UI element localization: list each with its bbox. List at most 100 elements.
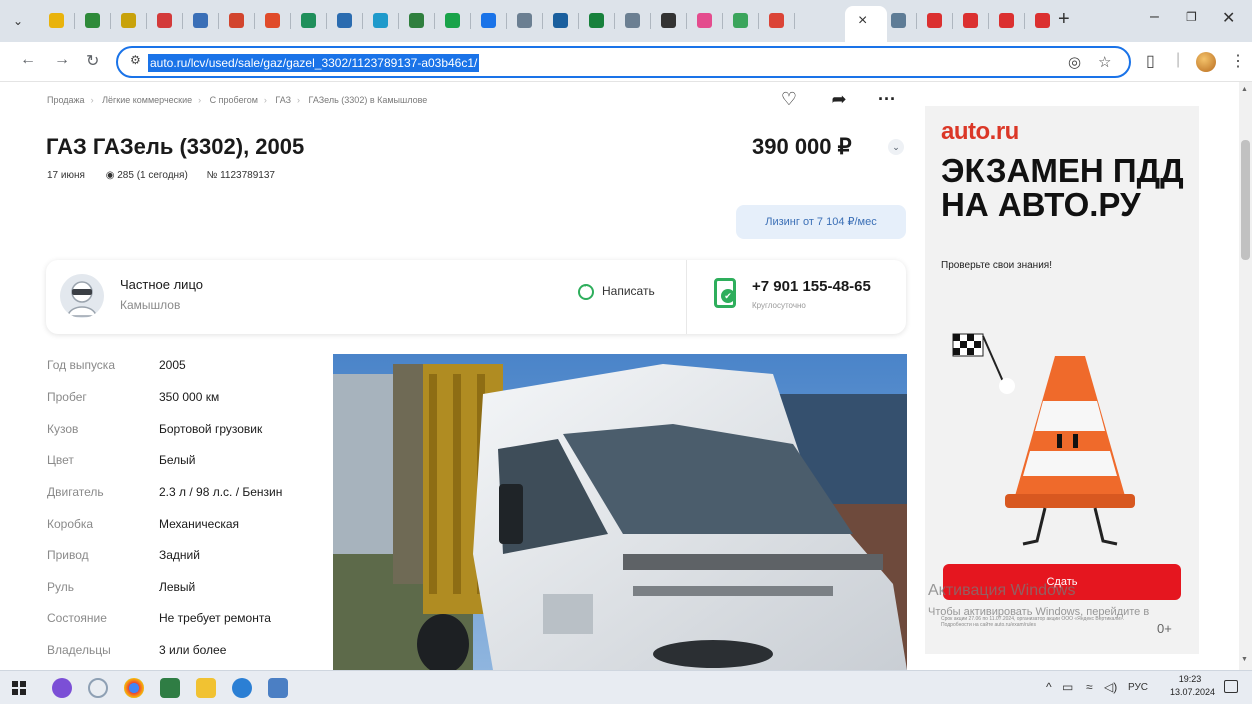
spec-label: Владельцы	[47, 643, 111, 657]
browser-tab[interactable]	[924, 10, 944, 30]
breadcrumb-item[interactable]: ГАЗ	[275, 95, 291, 105]
close-window-icon[interactable]: ✕	[1222, 8, 1235, 28]
back-icon[interactable]: ←	[20, 51, 36, 69]
browser-tab[interactable]	[730, 10, 750, 30]
profile-avatar[interactable]	[1196, 52, 1216, 72]
browser-tab[interactable]	[1032, 10, 1052, 30]
more-options-icon[interactable]: ···	[868, 84, 906, 114]
browser-tab[interactable]	[586, 10, 606, 30]
tab-favicon-icon	[192, 12, 208, 28]
network-icon[interactable]: ▭	[1062, 680, 1073, 694]
file-explorer-icon[interactable]	[196, 678, 216, 698]
tab-favicon-icon	[660, 12, 676, 28]
browser-tab[interactable]	[370, 10, 390, 30]
spec-row: Привод Задний	[47, 548, 337, 568]
share-icon[interactable]: ➦	[820, 84, 858, 114]
browser-tab[interactable]	[478, 10, 498, 30]
browser-tab[interactable]	[118, 10, 138, 30]
breadcrumb-item[interactable]: ГАЗель (3302) в Камышлове	[309, 95, 428, 105]
browser-tab[interactable]	[694, 10, 714, 30]
page-scrollbar[interactable]: ▲ ▼	[1239, 82, 1252, 670]
notifications-icon[interactable]	[1224, 680, 1238, 693]
ad-banner[interactable]: auto.ru ЭКЗАМЕН ПДД НА АВТО.РУ Проверьте…	[925, 106, 1199, 654]
browser-tab[interactable]	[46, 10, 66, 30]
write-message-button[interactable]: Написать	[578, 281, 655, 308]
seller-phone[interactable]: +7 901 155-48-65	[752, 278, 871, 295]
reload-icon[interactable]: ↻	[86, 51, 99, 71]
browser-tab[interactable]	[550, 10, 570, 30]
url-text[interactable]: auto.ru/lcv/used/sale/gaz/gazel_3302/112…	[148, 54, 480, 72]
browser-tab[interactable]	[334, 10, 354, 30]
browser-menu-icon[interactable]: ⋮	[1230, 51, 1246, 71]
start-windows-icon[interactable]	[12, 681, 26, 695]
breadcrumb-item[interactable]: С пробегом	[210, 95, 258, 105]
tab-search-chevron-icon[interactable]: ⌄	[8, 11, 28, 31]
app-icon[interactable]	[88, 678, 108, 698]
seller-avatar	[60, 274, 104, 318]
browser-tab[interactable]	[406, 10, 426, 30]
browser-tab[interactable]	[226, 10, 246, 30]
wifi-icon[interactable]: ≈	[1086, 680, 1093, 694]
browser-tab[interactable]	[82, 10, 102, 30]
spec-value: Задний	[159, 548, 200, 562]
browser-tab[interactable]	[442, 10, 462, 30]
browser-tab[interactable]	[766, 10, 786, 30]
web-page: Продажа › Лёгкие коммерческие › С пробегом…	[0, 82, 1252, 670]
spec-label: Цвет	[47, 453, 74, 467]
browser-toolbar: ← → ↻ ⚙ auto.ru/lcv/used/sale/gaz/gazel_…	[0, 42, 1252, 82]
forward-icon[interactable]: →	[54, 51, 70, 69]
minimize-icon[interactable]: –	[1150, 8, 1159, 26]
favorite-heart-icon[interactable]: ♡	[770, 84, 808, 114]
new-tab-button[interactable]: +	[1058, 8, 1070, 31]
tab-separator	[650, 13, 651, 29]
address-bar[interactable]: ⚙ auto.ru/lcv/used/sale/gaz/gazel_3302/1…	[116, 46, 1131, 78]
tab-separator	[362, 13, 363, 29]
scroll-down-icon[interactable]: ▼	[1241, 656, 1248, 663]
excel-app-icon[interactable]	[160, 678, 180, 698]
viber-app-icon[interactable]	[52, 678, 72, 698]
browser-tab[interactable]	[262, 10, 282, 30]
bookmark-star-icon[interactable]: ☆	[1098, 53, 1111, 71]
tab-favicon-icon	[890, 12, 906, 28]
spec-value: 3 или более	[159, 643, 227, 657]
browser-tab[interactable]	[996, 10, 1016, 30]
browser-tab[interactable]	[622, 10, 642, 30]
active-tab[interactable]: ×	[845, 6, 887, 42]
browser-tab[interactable]	[154, 10, 174, 30]
taskbar-clock[interactable]: 19:23 13.07.2024	[1170, 673, 1215, 699]
browser-tab[interactable]	[514, 10, 534, 30]
telegram-app-icon[interactable]	[232, 678, 252, 698]
site-info-icon[interactable]: ⚙	[130, 53, 141, 67]
verified-phone-icon	[714, 278, 736, 308]
leasing-button[interactable]: Лизинг от 7 104 ₽/мес	[736, 205, 906, 239]
browser-tab[interactable]	[658, 10, 678, 30]
tab-favicon-icon	[962, 12, 978, 28]
volume-icon[interactable]: ◁)	[1104, 680, 1117, 694]
listing-price[interactable]: 390 000 ₽	[752, 134, 852, 160]
eye-off-icon[interactable]: ◎	[1068, 53, 1081, 71]
browser-tab[interactable]	[960, 10, 980, 30]
tray-chevron-icon[interactable]: ^	[1046, 680, 1052, 694]
windows-taskbar: ^ ▭ ≈ ◁) РУС 19:23 13.07.2024	[0, 670, 1252, 704]
browser-tab[interactable]	[888, 10, 908, 30]
spec-value: Левый	[159, 580, 196, 594]
vehicle-photo[interactable]	[333, 354, 907, 670]
restore-icon[interactable]: ❐	[1186, 10, 1197, 24]
tab-favicon-icon	[696, 12, 712, 28]
browser-tab[interactable]	[298, 10, 318, 30]
language-indicator[interactable]: РУС	[1128, 682, 1148, 693]
scroll-thumb[interactable]	[1241, 140, 1250, 260]
price-history-chevron-icon[interactable]: ⌄	[888, 139, 904, 155]
tab-separator	[952, 13, 953, 29]
breadcrumb-item[interactable]: Лёгкие коммерческие	[102, 95, 192, 105]
chrome-app-icon[interactable]	[124, 678, 144, 698]
breadcrumb-item[interactable]: Продажа	[47, 95, 85, 105]
browser-tab[interactable]	[190, 10, 210, 30]
side-panel-icon[interactable]: ▯	[1146, 51, 1155, 71]
spec-value: Белый	[159, 453, 196, 467]
app-icon-2[interactable]	[268, 678, 288, 698]
tab-separator	[254, 13, 255, 29]
spec-value: Бортовой грузовик	[159, 422, 263, 436]
scroll-up-icon[interactable]: ▲	[1241, 86, 1248, 93]
close-tab-icon[interactable]: ×	[858, 12, 867, 30]
